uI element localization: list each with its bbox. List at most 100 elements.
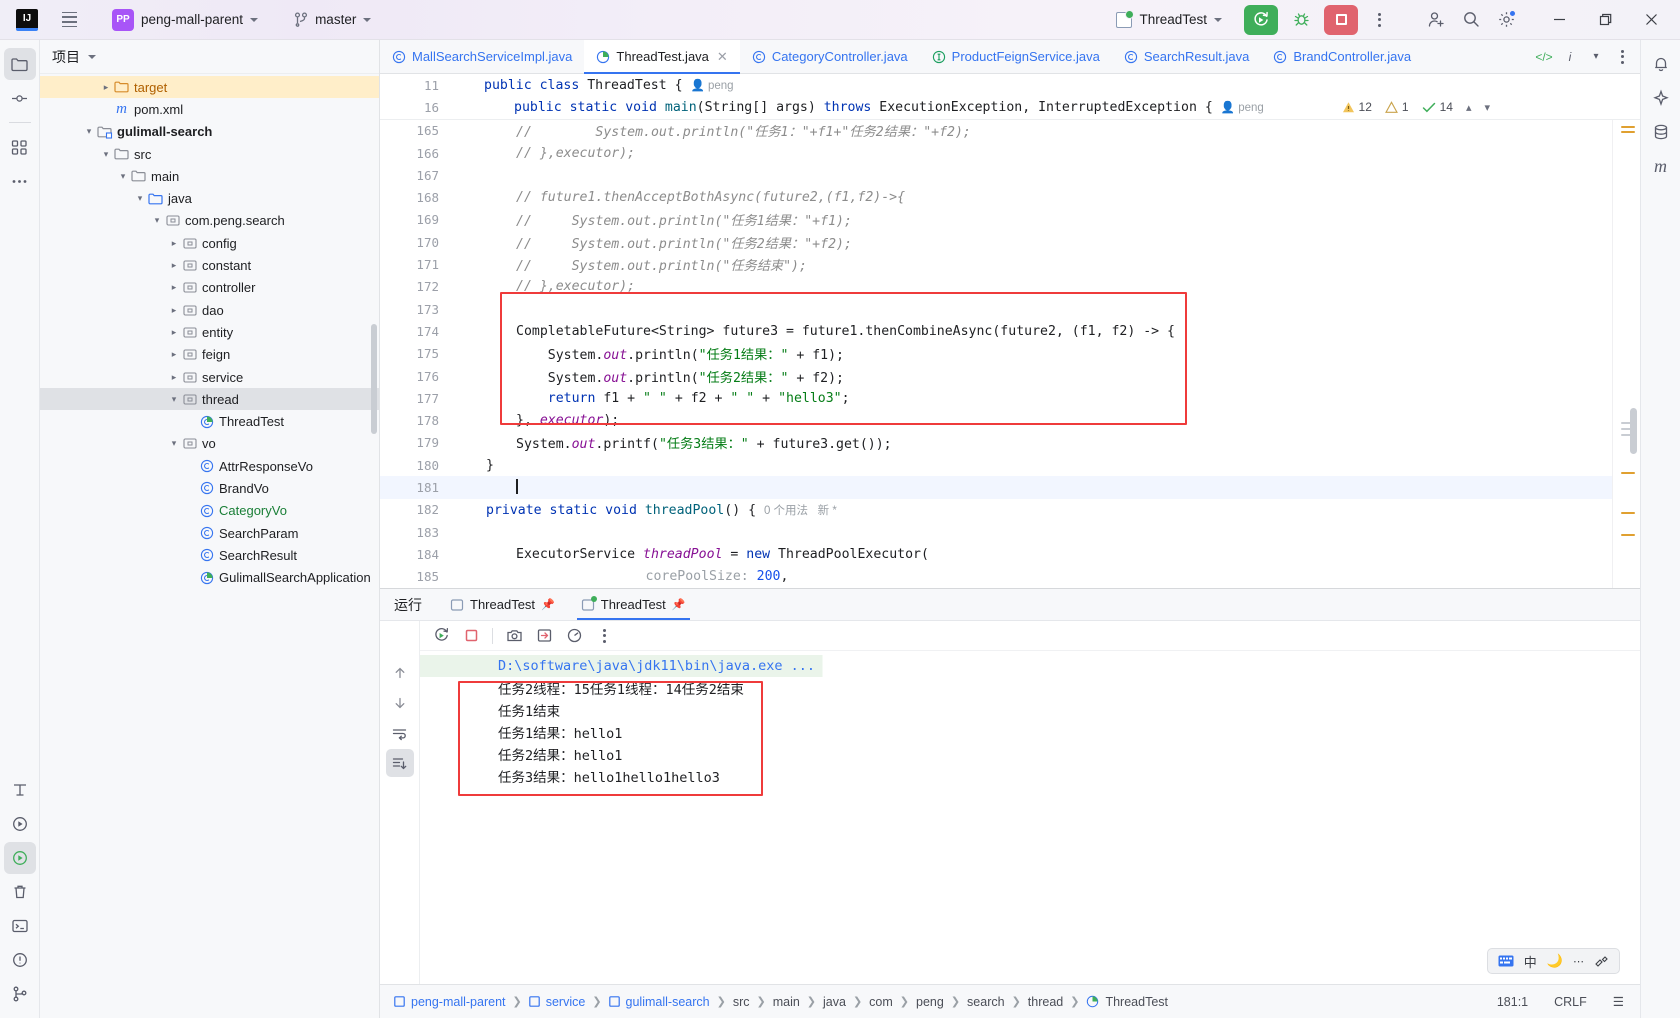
tree-node-vo[interactable]: ▾ vo — [40, 433, 379, 455]
chevron-down-icon[interactable]: ▾ — [167, 394, 181, 405]
minimize-button[interactable] — [1538, 0, 1580, 40]
version-control-tool-icon[interactable] — [4, 978, 36, 1010]
scroll-up-icon[interactable] — [386, 659, 414, 687]
chevron-right-icon[interactable]: ▸ — [167, 260, 181, 271]
pin-icon[interactable]: 📌 — [672, 598, 686, 611]
inspection-warnings[interactable]: 12 — [1342, 100, 1372, 114]
pin-icon[interactable]: 📌 — [541, 598, 555, 611]
code-line-172[interactable]: 172 // },executor); — [380, 276, 1612, 298]
ai-assistant-icon[interactable] — [1645, 82, 1677, 114]
chevron-right-icon[interactable]: ▸ — [99, 82, 113, 93]
tree-node-attrresponsevo[interactable]: AttrResponseVo — [40, 455, 379, 477]
line-separator[interactable]: CRLF — [1548, 993, 1593, 1011]
more-vertical-icon[interactable] — [1610, 45, 1634, 69]
chevron-down-icon[interactable]: ▾ — [1484, 101, 1490, 114]
tree-node-searchresult[interactable]: SearchResult — [40, 544, 379, 566]
problems-tool-icon[interactable] — [4, 944, 36, 976]
tree-node-target[interactable]: ▸ target — [40, 76, 379, 99]
caret-position[interactable]: 181:1 — [1491, 993, 1534, 1011]
more-vertical-icon[interactable] — [591, 623, 617, 649]
ime-indicator[interactable]: 中 🌙 ⋯ — [1486, 948, 1620, 974]
code-line-176[interactable]: 176 System.out.println("任务2结果：" + f2); — [380, 365, 1612, 387]
breadcrumb-item-com[interactable]: com — [865, 993, 897, 1011]
editor-tab-threadtest-java[interactable]: ThreadTest.java ✕ — [584, 40, 741, 74]
code-line-174[interactable]: 174 CompletableFuture<String> future3 = f… — [380, 320, 1612, 342]
code-line-169[interactable]: 169 // System.out.println("任务1结果："+f1); — [380, 209, 1612, 231]
code-line-183[interactable]: 183 — [380, 521, 1612, 543]
chevron-down-icon[interactable]: ▾ — [167, 438, 181, 449]
project-tool-icon[interactable] — [3, 48, 36, 80]
code-line-171[interactable]: 171 // System.out.println("任务结束"); — [380, 253, 1612, 275]
chevron-right-icon[interactable]: ▸ — [167, 372, 181, 383]
tree-node-controller[interactable]: ▸ controller — [40, 277, 379, 299]
breadcrumb-item-gulimall-search[interactable]: gulimall-search — [605, 993, 714, 1011]
tree-node-entity[interactable]: ▸ entity — [40, 321, 379, 343]
breadcrumb-item-src[interactable]: src — [729, 993, 754, 1011]
run-tab-threadtest-2[interactable]: ThreadTest 📌 — [569, 589, 698, 620]
inline-hint-icon[interactable]: i — [1558, 45, 1582, 69]
code-line-173[interactable]: 173 — [380, 298, 1612, 320]
code-line-184[interactable]: 184 ExecutorService threadPool = new Thre… — [380, 543, 1612, 565]
run-tab-threadtest-1[interactable]: ThreadTest 📌 — [438, 589, 567, 620]
debug-button[interactable] — [1286, 5, 1316, 35]
run-tab-bar[interactable]: 运行 ThreadTest 📌 ThreadTest 📌 — [380, 589, 1640, 621]
tree-node-service[interactable]: ▸ service — [40, 366, 379, 388]
breadcrumb-item-peng-mall-parent[interactable]: peng-mall-parent — [390, 993, 510, 1011]
breadcrumb-item-thread[interactable]: thread — [1024, 993, 1067, 1011]
soft-wrap-icon[interactable] — [386, 719, 414, 747]
breadcrumb-item-peng[interactable]: peng — [912, 993, 948, 1011]
chevron-down-icon[interactable]: ▾ — [99, 149, 113, 160]
close-button[interactable] — [1630, 0, 1672, 40]
tree-node-gulimallsearchapplication[interactable]: GulimallSearchApplication — [40, 567, 379, 589]
breadcrumb-item-service[interactable]: service — [525, 993, 590, 1011]
add-account-icon[interactable] — [1422, 6, 1450, 34]
editor-scrollbar-thumb[interactable] — [1630, 407, 1637, 454]
breadcrumb-item-java[interactable]: java — [819, 993, 850, 1011]
chevron-down-icon[interactable]: ▾ — [116, 171, 130, 182]
ime-dots-icon[interactable]: ⋯ — [1573, 955, 1584, 968]
editor-tab-productfeignservice-java[interactable]: ProductFeignService.java — [920, 40, 1112, 73]
notifications-bell-icon[interactable] — [1645, 48, 1677, 80]
chevron-up-icon[interactable]: ▴ — [1466, 101, 1472, 114]
tree-node-threadtest[interactable]: ThreadTest — [40, 410, 379, 432]
project-tree-scrollbar[interactable] — [371, 324, 377, 434]
chevron-right-icon[interactable]: ▸ — [167, 349, 181, 360]
commit-tool-icon[interactable] — [4, 82, 36, 114]
chevron-right-icon[interactable]: ▸ — [167, 305, 181, 316]
code-line-181[interactable]: 181 — [380, 476, 1612, 499]
tree-node-feign[interactable]: ▸ feign — [40, 344, 379, 366]
status-more-icon[interactable]: ☰ — [1607, 992, 1630, 1011]
breadcrumb-item-threadtest[interactable]: ThreadTest — [1082, 993, 1172, 1011]
tree-node-com-peng-search[interactable]: ▾ com.peng.search — [40, 210, 379, 232]
chevron-right-icon[interactable]: ▸ — [167, 327, 181, 338]
project-tree[interactable]: ▸ target m pom.xml ▾ gulimall-search ▾ src ▾ main… — [40, 74, 379, 1018]
breadcrumb-item-search[interactable]: search — [963, 993, 1009, 1011]
moon-icon[interactable]: 🌙 — [1547, 953, 1563, 969]
more-tool-icon[interactable] — [4, 165, 36, 197]
tree-node-gulimall-search[interactable]: ▾ gulimall-search — [40, 121, 379, 143]
tree-node-java[interactable]: ▾ java — [40, 187, 379, 209]
code-line-182[interactable]: 182 private static void threadPool() { 0 … — [380, 499, 1612, 521]
close-icon[interactable]: ✕ — [717, 49, 728, 65]
search-icon[interactable] — [1457, 6, 1485, 34]
breadcrumb-item-main[interactable]: main — [769, 993, 804, 1011]
tree-node-config[interactable]: ▸ config — [40, 232, 379, 254]
tree-node-pom-xml[interactable]: m pom.xml — [40, 98, 379, 120]
tree-node-main[interactable]: ▾ main — [40, 165, 379, 187]
tree-node-dao[interactable]: ▸ dao — [40, 299, 379, 321]
ime-mode[interactable]: 中 — [1524, 952, 1537, 971]
code-line-175[interactable]: 175 System.out.println("任务1结果：" + f1); — [380, 343, 1612, 365]
breadcrumb[interactable]: peng-mall-parent ❯ service ❯ gulimall-search… — [390, 993, 1172, 1011]
code-editor[interactable]: 165 // System.out.println("任务1："+f1+"任务2结… — [380, 119, 1612, 588]
tree-node-src[interactable]: ▾ src — [40, 143, 379, 165]
inspection-weak-warnings[interactable]: 1 — [1384, 100, 1409, 114]
code-line-185[interactable]: 185 corePoolSize: 200, — [380, 566, 1612, 588]
more-vertical-icon[interactable] — [1365, 6, 1393, 34]
editor-tab-mallsearchserviceimpl-java[interactable]: MallSearchServiceImpl.java — [380, 40, 584, 73]
chevron-down-icon[interactable]: ▾ — [150, 215, 164, 226]
run-panel-tool-icon[interactable] — [3, 842, 36, 874]
editor-tab-searchresult-java[interactable]: SearchResult.java — [1112, 40, 1262, 73]
hamburger-menu-icon[interactable] — [56, 7, 82, 33]
code-line-179[interactable]: 179 System.out.printf("任务3结果：" + future3.… — [380, 432, 1612, 454]
maven-icon[interactable]: m — [1645, 150, 1677, 182]
